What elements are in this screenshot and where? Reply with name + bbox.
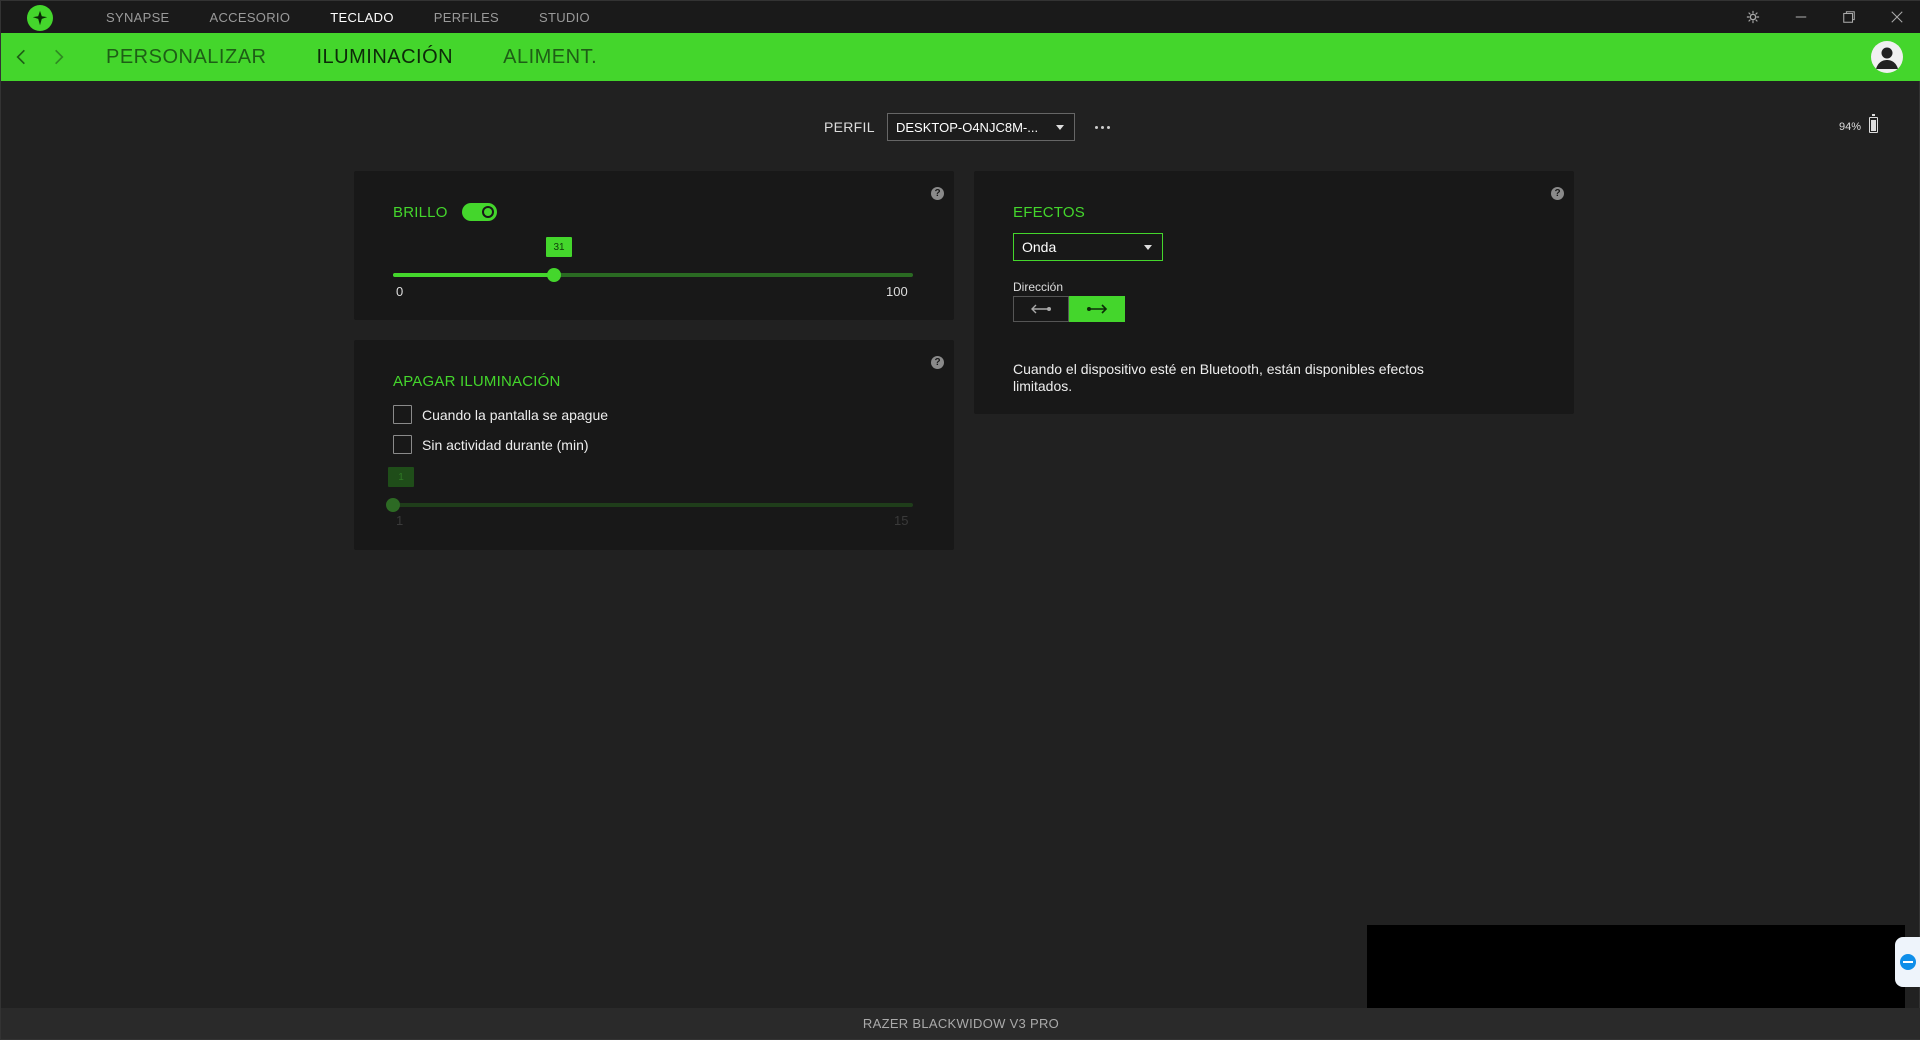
idle-value-bubble: 1 [388,467,414,487]
device-name: RAZER BLACKWIDOW V3 PRO [862,1016,1060,1031]
razer-snake-icon [32,10,48,26]
idle-checkbox[interactable] [393,435,412,454]
battery-percentage: 94% [1839,121,1862,133]
effects-title: EFECTOS [1013,204,1085,221]
brightness-min-label: 0 [396,284,404,299]
help-icon[interactable]: ? [931,356,944,369]
caret-down-icon [1056,125,1064,130]
topnav-synapse[interactable]: SYNAPSE [106,10,170,25]
close-icon [1891,11,1903,23]
brightness-title: BRILLO [393,204,448,221]
back-button[interactable] [9,45,33,69]
profile-label: PERFIL [824,119,875,135]
minimize-button[interactable] [1777,1,1825,33]
remote-control-widget[interactable] [1895,937,1920,987]
topnav-studio[interactable]: STUDIO [539,10,590,25]
lights-off-title: APAGAR ILUMINACIÓN [393,373,561,390]
idle-label: Sin actividad durante (min) [422,436,589,453]
chevron-left-icon [16,49,25,65]
effect-dropdown-value: Onda [1022,239,1057,255]
brightness-toggle[interactable] [462,203,497,221]
settings-button[interactable] [1729,1,1777,33]
direction-right-button[interactable] [1069,296,1125,322]
user-avatar[interactable] [1871,41,1903,73]
screen-off-checkbox-row[interactable]: Cuando la pantalla se apague [393,405,608,424]
idle-slider-track[interactable] [386,498,913,512]
sub-navigation-bar: PERSONALIZAR ILUMINACIÓN ALIMENT. [1,33,1920,81]
screen-off-checkbox[interactable] [393,405,412,424]
user-icon [1876,47,1898,69]
brightness-max-label: 100 [886,284,908,299]
idle-max-label: 15 [894,513,909,528]
tab-iluminacion[interactable]: ILUMINACIÓN [316,46,453,69]
screen-off-label: Cuando la pantalla se apague [422,406,609,423]
battery-icon [1869,114,1878,133]
lights-off-panel: ? APAGAR ILUMINACIÓN Cuando la pantalla … [354,340,954,550]
razer-logo-icon[interactable] [27,5,53,31]
chevron-right-icon [55,49,64,65]
effects-panel: ? EFECTOS Onda Dirección Cuando el dispo… [974,171,1574,414]
close-button[interactable] [1873,1,1920,33]
restore-icon [1843,11,1855,23]
tab-personalizar[interactable]: PERSONALIZAR [106,46,266,69]
top-bar: SYNAPSE ACCESORIO TECLADO PERFILES STUDI… [1,1,1920,33]
dot-icon [1106,125,1110,129]
arrow-left-icon [1031,304,1051,314]
gear-icon [1746,10,1760,24]
forward-button[interactable] [47,45,71,69]
window-controls [1729,1,1920,33]
topnav-accesorio[interactable]: ACCESORIO [210,10,291,25]
topnav-teclado[interactable]: TECLADO [330,10,394,25]
dot-icon [1100,125,1104,129]
direction-toggle-group [1013,296,1125,322]
idle-checkbox-row[interactable]: Sin actividad durante (min) [393,435,589,454]
caret-down-icon [1144,245,1152,250]
synapse-window: SYNAPSE ACCESORIO TECLADO PERFILES STUDI… [0,0,1920,1040]
brightness-value-bubble: 31 [546,237,572,257]
profile-more-button[interactable] [1091,117,1113,137]
minimize-icon [1795,16,1807,18]
brightness-slider-fill [393,273,555,277]
teamviewer-icon [1900,954,1916,970]
help-icon[interactable]: ? [931,187,944,200]
top-navigation: SYNAPSE ACCESORIO TECLADO PERFILES STUDI… [106,1,630,33]
topnav-perfiles[interactable]: PERFILES [434,10,499,25]
direction-left-button[interactable] [1013,296,1069,322]
help-icon[interactable]: ? [1551,187,1564,200]
idle-min-label: 1 [396,513,404,528]
arrow-right-icon [1087,304,1108,314]
profile-dropdown-value: DESKTOP-O4NJC8M-... [896,119,1039,135]
brightness-panel: ? BRILLO 31 0 100 [354,171,954,320]
restore-button[interactable] [1825,1,1873,33]
effect-dropdown[interactable]: Onda [1013,233,1163,261]
idle-slider-thumb[interactable] [386,498,400,512]
brightness-slider-thumb[interactable] [547,268,562,282]
bluetooth-info-text: Cuando el dispositivo esté en Bluetooth,… [1013,361,1424,394]
dot-icon [1094,125,1098,129]
profile-dropdown[interactable]: DESKTOP-O4NJC8M-... [887,113,1075,141]
direction-label: Dirección [1013,280,1064,294]
tab-aliment[interactable]: ALIMENT. [503,46,597,69]
device-footer: RAZER BLACKWIDOW V3 PRO [1,1008,1920,1039]
brightness-slider-track[interactable] [393,268,913,282]
sub-tabs: PERSONALIZAR ILUMINACIÓN ALIMENT. [106,33,647,81]
